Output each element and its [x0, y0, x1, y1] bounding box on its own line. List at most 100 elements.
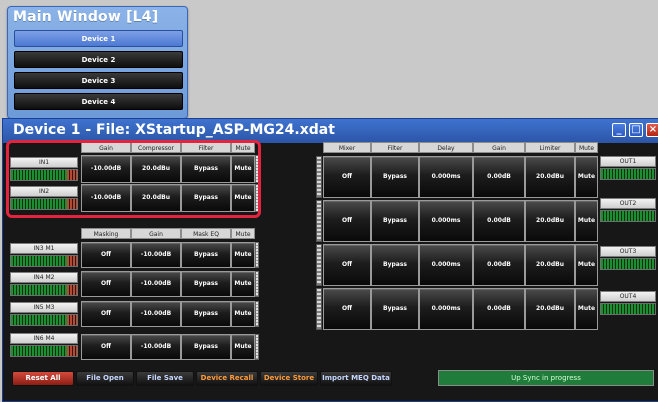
device-2-button[interactable]: Device 2	[14, 51, 183, 68]
out2-limiter-button[interactable]: 20.0dBu	[525, 200, 575, 242]
out4-delay-button[interactable]: 0.000ms	[419, 288, 473, 330]
device-recall-button[interactable]: Device Recall	[196, 371, 258, 386]
reset-all-button[interactable]: Reset All	[12, 371, 74, 386]
in3-fader-handle[interactable]	[255, 242, 259, 268]
file-save-button[interactable]: File Save	[136, 371, 194, 386]
input-label-in4-m2[interactable]: IN4 M2	[10, 272, 78, 283]
in4-mask-eq-button[interactable]: Bypass	[181, 271, 231, 297]
header-mic-gain: Gain	[131, 228, 181, 239]
minimize-button[interactable]: _	[612, 123, 626, 137]
header-mask-eq: Mask EQ	[181, 228, 231, 239]
import-meq-data-button[interactable]: Import MEQ Data	[320, 371, 392, 386]
close-button[interactable]: ×	[646, 123, 658, 137]
out3-routing-stripe	[316, 244, 322, 286]
in1-filter-button[interactable]: Bypass	[181, 155, 231, 183]
header-mic-mute: Mute	[231, 228, 255, 239]
header-out-mute: Mute	[575, 142, 598, 153]
in5-fader-handle[interactable]	[255, 301, 259, 327]
header-compressor: Compressor	[131, 142, 181, 153]
in3-mask-eq-button[interactable]: Bypass	[181, 242, 231, 268]
level-meter	[10, 198, 78, 210]
out2-filter-button[interactable]: Bypass	[371, 200, 419, 242]
in6-masking-button[interactable]: Off	[81, 334, 131, 360]
device-1-button[interactable]: Device 1	[14, 30, 183, 47]
input-label-in2[interactable]: IN2	[10, 186, 78, 197]
out4-filter-button[interactable]: Bypass	[371, 288, 419, 330]
device-window-title: Device 1 - File: XStartup_ASP-MG24.xdat	[13, 122, 335, 138]
out2-routing-stripe	[316, 200, 322, 242]
device-4-button[interactable]: Device 4	[14, 93, 183, 110]
out2-mute-button[interactable]: Mute	[575, 200, 598, 242]
level-meter	[600, 168, 656, 180]
device-store-button[interactable]: Device Store	[260, 371, 318, 386]
header-limiter: Limiter	[525, 142, 575, 153]
out2-gain-button[interactable]: 0.00dB	[473, 200, 525, 242]
in1-gain-button[interactable]: -10.00dB	[81, 155, 131, 183]
in3-masking-button[interactable]: Off	[81, 242, 131, 268]
in5-masking-button[interactable]: Off	[81, 301, 131, 327]
out3-delay-button[interactable]: 0.000ms	[419, 244, 473, 286]
out1-delay-button[interactable]: 0.000ms	[419, 156, 473, 198]
file-open-button[interactable]: File Open	[76, 371, 134, 386]
in4-mute-button[interactable]: Mute	[231, 271, 255, 297]
level-meter	[10, 314, 78, 326]
minimize-icon: _	[616, 124, 622, 135]
input-label-in3-m1[interactable]: IN3 M1	[10, 243, 78, 254]
in5-mask-eq-button[interactable]: Bypass	[181, 301, 231, 327]
out2-delay-button[interactable]: 0.000ms	[419, 200, 473, 242]
output-label-out2[interactable]: OUT2	[600, 198, 656, 209]
in4-gain-button[interactable]: -10.00dB	[131, 271, 181, 297]
out1-mixer-button[interactable]: Off	[323, 156, 371, 198]
in2-fader-handle[interactable]	[255, 184, 259, 212]
in2-filter-button[interactable]: Bypass	[181, 184, 231, 212]
header-mixer: Mixer	[323, 142, 371, 153]
in1-mute-button[interactable]: Mute	[231, 155, 255, 183]
in6-mask-eq-button[interactable]: Bypass	[181, 334, 231, 360]
out1-routing-stripe	[316, 156, 322, 198]
maximize-icon: □	[631, 124, 641, 135]
out4-limiter-button[interactable]: 20.0dBu	[525, 288, 575, 330]
in2-gain-button[interactable]: -10.00dB	[81, 184, 131, 212]
out3-gain-button[interactable]: 0.00dB	[473, 244, 525, 286]
output-label-out4[interactable]: OUT4	[600, 291, 656, 302]
input-label-in1[interactable]: IN1	[10, 157, 78, 168]
in6-mute-button[interactable]: Mute	[231, 334, 255, 360]
input-label-in5-m3[interactable]: IN5 M3	[10, 302, 78, 313]
main-window: Main Window [L4] Device 1 Device 2 Devic…	[7, 6, 188, 119]
in3-mute-button[interactable]: Mute	[231, 242, 255, 268]
in6-fader-handle[interactable]	[255, 334, 259, 360]
in1-fader-handle[interactable]	[255, 155, 259, 183]
out1-gain-button[interactable]: 0.00dB	[473, 156, 525, 198]
in3-gain-button[interactable]: -10.00dB	[131, 242, 181, 268]
header-out-gain: Gain	[473, 142, 525, 153]
out3-filter-button[interactable]: Bypass	[371, 244, 419, 286]
in1-compressor-button[interactable]: 20.0dBu	[131, 155, 181, 183]
out4-gain-button[interactable]: 0.00dB	[473, 288, 525, 330]
output-label-out1[interactable]: OUT1	[600, 156, 656, 167]
out3-mute-button[interactable]: Mute	[575, 244, 598, 286]
maximize-button[interactable]: □	[629, 123, 643, 137]
sync-status-bar: Up Sync in progress	[438, 370, 654, 386]
output-label-out3[interactable]: OUT3	[600, 246, 656, 257]
in6-gain-button[interactable]: -10.00dB	[131, 334, 181, 360]
header-delay: Delay	[419, 142, 473, 153]
header-filter: Filter	[181, 142, 231, 153]
in2-mute-button[interactable]: Mute	[231, 184, 255, 212]
in2-compressor-button[interactable]: 20.0dBu	[131, 184, 181, 212]
out4-mute-button[interactable]: Mute	[575, 288, 598, 330]
out3-limiter-button[interactable]: 20.0dBu	[525, 244, 575, 286]
out3-mixer-button[interactable]: Off	[323, 244, 371, 286]
in5-gain-button[interactable]: -10.00dB	[131, 301, 181, 327]
out1-mute-button[interactable]: Mute	[575, 156, 598, 198]
out1-limiter-button[interactable]: 20.0dBu	[525, 156, 575, 198]
device-3-button[interactable]: Device 3	[14, 72, 183, 89]
out1-filter-button[interactable]: Bypass	[371, 156, 419, 198]
out4-mixer-button[interactable]: Off	[323, 288, 371, 330]
level-meter	[10, 255, 78, 267]
out2-mixer-button[interactable]: Off	[323, 200, 371, 242]
in4-masking-button[interactable]: Off	[81, 271, 131, 297]
level-meter	[10, 169, 78, 181]
in5-mute-button[interactable]: Mute	[231, 301, 255, 327]
input-label-in6-m4[interactable]: IN6 M4	[10, 333, 78, 344]
in4-fader-handle[interactable]	[255, 271, 259, 297]
